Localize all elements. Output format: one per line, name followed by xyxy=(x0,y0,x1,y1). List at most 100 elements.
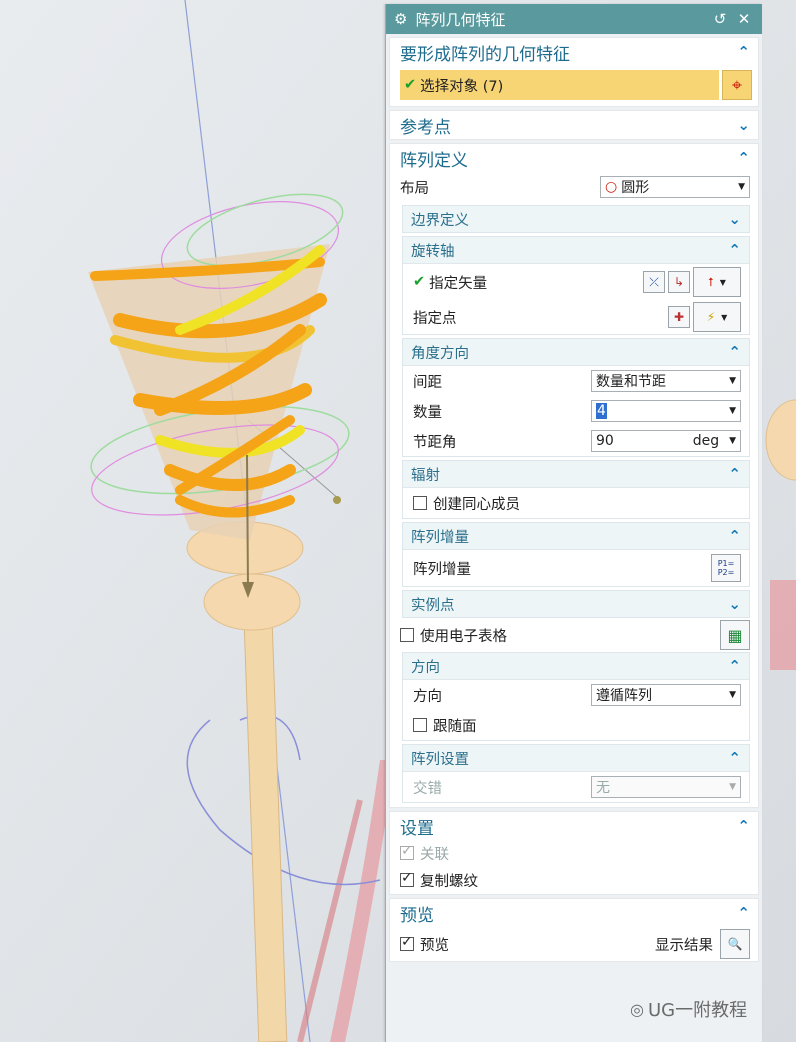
show-result-button[interactable]: 🔍 xyxy=(720,929,750,959)
chevron-up-icon[interactable]: ⌃ xyxy=(728,241,741,259)
copy-thread-checkbox[interactable] xyxy=(400,870,414,887)
dropdown-arrow-icon: ▼ xyxy=(729,782,736,792)
spreadsheet-button[interactable]: ▦ xyxy=(720,620,750,650)
stagger-label: 交错 xyxy=(413,780,442,797)
stagger-dropdown[interactable]: 无 ▼ xyxy=(591,776,741,798)
associative-row: 关联 xyxy=(390,840,758,866)
sub-boundary-header[interactable]: 边界定义 ⌄ xyxy=(403,206,749,232)
group-reference-header[interactable]: 参考点 ⌄ xyxy=(390,111,758,139)
layout-row: 布局 ○ 圆形 ▼ xyxy=(390,172,758,202)
chevron-up-icon[interactable]: ⌃ xyxy=(728,343,741,361)
chevron-up-icon[interactable]: ⌃ xyxy=(737,43,750,61)
sub-pattern-settings-header[interactable]: 阵列设置 ⌃ xyxy=(403,745,749,772)
spreadsheet-row: 使用电子表格 ▦ xyxy=(390,618,758,652)
direction-value: 遵循阵列 xyxy=(596,688,652,704)
pitch-row: 节距角 90 deg ▼ xyxy=(403,426,749,456)
select-object-field[interactable]: ✔ 选择对象 (7) xyxy=(400,70,719,100)
point-type-dropdown[interactable]: ⚡ ▼ xyxy=(693,302,741,332)
sub-axis-title: 旋转轴 xyxy=(411,243,455,260)
associative-checkbox[interactable] xyxy=(400,843,414,860)
sub-orientation-header[interactable]: 方向 ⌃ xyxy=(403,653,749,680)
sub-radial-title: 辐射 xyxy=(411,467,440,484)
sub-radial-header[interactable]: 辐射 ⌃ xyxy=(403,461,749,488)
sub-radial: 辐射 ⌃ 创建同心成员 xyxy=(402,460,750,519)
dropdown-arrow-icon: ▼ xyxy=(729,436,736,446)
chevron-up-icon[interactable]: ⌃ xyxy=(737,149,750,167)
point-dialog-button[interactable]: ✚ xyxy=(668,306,690,328)
chevron-up-icon[interactable]: ⌃ xyxy=(737,904,750,922)
sub-increment-header[interactable]: 阵列增量 ⌃ xyxy=(403,523,749,550)
chevron-up-icon[interactable]: ⌃ xyxy=(728,657,741,675)
count-label: 数量 xyxy=(413,404,442,421)
spacing-value: 数量和节距 xyxy=(596,374,666,390)
sub-angle-header[interactable]: 角度方向 ⌃ xyxy=(403,339,749,366)
watermark: ◎ UG一附教程 xyxy=(630,996,747,1022)
gear-icon[interactable]: ⚙ xyxy=(394,10,407,28)
count-value: 4 xyxy=(596,403,607,419)
layout-label: 布局 xyxy=(400,180,429,197)
preview-checkbox[interactable] xyxy=(400,934,414,951)
reverse-icon: ⤫ xyxy=(649,274,659,289)
group-reference: 参考点 ⌄ xyxy=(389,110,759,140)
layout-value: 圆形 xyxy=(621,180,650,196)
chevron-down-icon[interactable]: ⌄ xyxy=(728,210,741,228)
count-input[interactable]: 4 ▼ xyxy=(591,400,741,422)
spreadsheet-checkbox[interactable] xyxy=(400,628,414,642)
pitch-input[interactable]: 90 deg ▼ xyxy=(591,430,741,452)
group-settings-title: 设置 xyxy=(400,818,434,839)
chevron-up-icon[interactable]: ⌃ xyxy=(728,527,741,545)
group-settings: 设置 ⌃ 关联 复制螺纹 xyxy=(389,811,759,895)
chevron-up-icon[interactable]: ⌃ xyxy=(728,465,741,483)
vector-type-dropdown[interactable]: ⭡ ▼ xyxy=(693,267,741,297)
increment-button[interactable]: P1= P2= xyxy=(711,554,741,582)
sub-angle: 角度方向 ⌃ 间距 数量和节距 ▼ 数量 4 ▼ 节距角 90 deg ▼ xyxy=(402,338,750,457)
direction-label: 方向 xyxy=(413,688,442,705)
layout-dropdown[interactable]: ○ 圆形 ▼ xyxy=(600,176,750,198)
reset-icon[interactable]: ↺ xyxy=(710,10,730,28)
chevron-up-icon[interactable]: ⌃ xyxy=(737,817,750,835)
snap-point-icon: ⚡ xyxy=(706,310,716,324)
reverse-direction-button[interactable]: ⤫ xyxy=(643,271,665,293)
sub-axis: 旋转轴 ⌃ ✔ 指定矢量 ⤫ ↳ ⭡ ▼ 指定点 ✚ ⚡ ▼ xyxy=(402,236,750,335)
pitch-unit: deg xyxy=(692,433,720,449)
concentric-label: 创建同心成员 xyxy=(433,496,520,513)
group-preview: 预览 ⌃ 预览 显示结果 🔍 xyxy=(389,898,759,962)
spacing-row: 间距 数量和节距 ▼ xyxy=(403,366,749,396)
sub-boundary: 边界定义 ⌄ xyxy=(402,205,750,233)
sub-angle-title: 角度方向 xyxy=(411,345,469,362)
group-geometry-header[interactable]: 要形成阵列的几何特征 ⌃ xyxy=(390,38,758,66)
show-result-label[interactable]: 显示结果 xyxy=(655,934,713,955)
count-row: 数量 4 ▼ xyxy=(403,396,749,426)
group-preview-title: 预览 xyxy=(400,905,434,926)
dropdown-arrow-icon: ▼ xyxy=(721,312,728,322)
sub-pattern-settings-title: 阵列设置 xyxy=(411,751,469,768)
dropdown-arrow-icon: ▼ xyxy=(738,182,745,192)
crosshair-select-button[interactable]: ⌖ xyxy=(722,70,752,100)
spacing-dropdown[interactable]: 数量和节距 ▼ xyxy=(591,370,741,392)
magnifier-icon: 🔍 xyxy=(727,937,743,951)
vector-dialog-button[interactable]: ↳ xyxy=(668,271,690,293)
select-object-label: 选择对象 (7) xyxy=(420,78,504,95)
direction-dropdown[interactable]: 遵循阵列 ▼ xyxy=(591,684,741,706)
sub-instance-header[interactable]: 实例点 ⌄ xyxy=(403,591,749,617)
pattern-geometry-dialog: ⚙ 阵列几何特征 ↺ ✕ 要形成阵列的几何特征 ⌃ ✔ 选择对象 (7) ⌖ 参… xyxy=(385,4,762,1042)
increment-label: 阵列增量 xyxy=(413,561,471,578)
group-definition-header[interactable]: 阵列定义 ⌃ xyxy=(390,144,758,172)
concentric-checkbox[interactable] xyxy=(413,496,427,510)
increment-row: 阵列增量 P1= P2= xyxy=(403,550,749,586)
associative-label: 关联 xyxy=(420,846,449,863)
sub-axis-header[interactable]: 旋转轴 ⌃ xyxy=(403,237,749,264)
follow-face-checkbox[interactable] xyxy=(413,718,427,732)
chevron-up-icon[interactable]: ⌃ xyxy=(728,749,741,767)
chevron-down-icon[interactable]: ⌄ xyxy=(728,595,741,613)
group-preview-header[interactable]: 预览 ⌃ xyxy=(390,899,758,927)
sub-pattern-settings: 阵列设置 ⌃ 交错 无 ▼ xyxy=(402,744,750,803)
pitch-label: 节距角 xyxy=(413,434,457,451)
chevron-down-icon[interactable]: ⌄ xyxy=(737,116,750,134)
direction-row: 方向 遵循阵列 ▼ xyxy=(403,680,749,710)
group-settings-header[interactable]: 设置 ⌃ xyxy=(390,812,758,840)
vector-label: 指定矢量 xyxy=(429,275,488,292)
circle-layout-icon: ○ xyxy=(605,179,618,195)
close-icon[interactable]: ✕ xyxy=(734,10,754,28)
copy-thread-row: 复制螺纹 xyxy=(390,866,758,894)
